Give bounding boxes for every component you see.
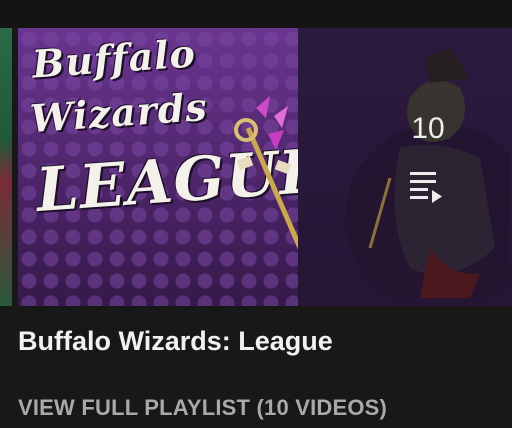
video-count: 10 — [411, 112, 445, 145]
art-title-line-1: Buffalo — [30, 30, 198, 87]
playlist-play-icon — [410, 172, 442, 203]
thumbnail-art: Buffalo Wizards League — [18, 28, 328, 306]
top-strip — [0, 0, 512, 28]
playlist-thumbnail[interactable]: Buffalo Wizards League — [18, 28, 512, 306]
playlist-title[interactable]: Buffalo Wizards: League — [18, 326, 333, 357]
playlist-overlay: 10 — [298, 28, 512, 306]
art-title-line-2: Wizards — [28, 83, 209, 142]
overlay-shade — [298, 28, 512, 306]
previous-item-edge[interactable] — [0, 28, 12, 306]
playlist-card: Buffalo Wizards League — [0, 0, 512, 428]
view-full-playlist-link[interactable]: VIEW FULL PLAYLIST (10 VIDEOS) — [18, 395, 387, 421]
